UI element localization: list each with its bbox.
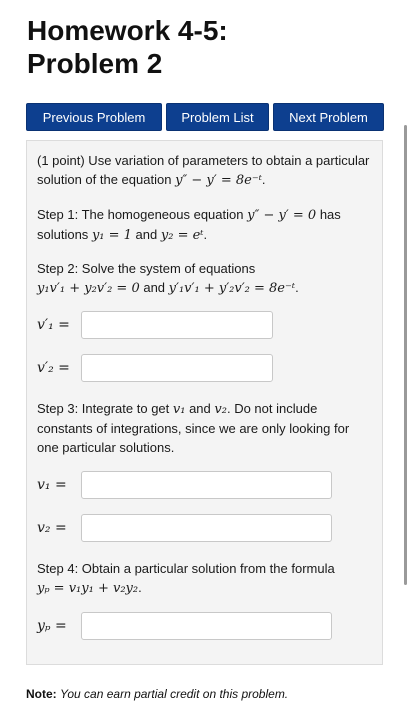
- scrollbar[interactable]: [404, 125, 407, 585]
- step2-eq1: y₁v′₁ + y₂v′₂ = 0: [37, 281, 140, 296]
- v2prime-input[interactable]: [81, 354, 273, 382]
- v1prime-label: v′₁ =: [37, 317, 70, 333]
- step2-eq2: y′₁v′₁ + y′₂v′₂ = 8e⁻ᵗ: [168, 281, 296, 296]
- note-label: Note:: [26, 687, 57, 701]
- step3-text-a: Step 3: Integrate to get: [37, 401, 170, 416]
- v1-label: v₁ =: [37, 477, 67, 493]
- main-equation: y″ − y′ = 8e⁻ᵗ: [175, 173, 262, 188]
- step1-y2: y₂ = eᵗ: [160, 228, 204, 243]
- page-title-line2: Problem 2: [27, 48, 163, 79]
- step1-equation: y″ − y′ = 0: [247, 208, 317, 223]
- yp-label: yₚ =: [37, 618, 67, 634]
- answer-row-v2: v₂ =: [37, 514, 332, 542]
- step1-text: Step 1: The homogeneous equation: [37, 207, 244, 222]
- step3: Step 3: Integrate to get v₁ and v₂. Do n…: [37, 399, 373, 457]
- step4: Step 4: Obtain a particular solution fro…: [37, 561, 335, 596]
- answer-row-v1prime: v′₁ =: [37, 311, 273, 339]
- partial-credit-note: Note: You can earn partial credit on thi…: [26, 687, 288, 701]
- step4-equation: yₚ = v₁y₁ + v₂y₂: [37, 581, 139, 596]
- problem-nav: Previous Problem Problem List Next Probl…: [26, 103, 384, 131]
- step2-text: Step 2: Solve the system of equations: [37, 261, 256, 276]
- yp-input[interactable]: [81, 612, 332, 640]
- step3-and: and: [189, 401, 211, 416]
- v1prime-input[interactable]: [81, 311, 273, 339]
- step1-y1: y₁ = 1: [91, 228, 132, 243]
- next-problem-button[interactable]: Next Problem: [273, 103, 384, 131]
- step3-v1: v₁: [172, 402, 186, 417]
- problem-intro: (1 point) Use variation of parameters to…: [37, 153, 370, 188]
- v2-input[interactable]: [81, 514, 332, 542]
- previous-problem-button[interactable]: Previous Problem: [26, 103, 162, 131]
- page-title-line1: Homework 4-5:: [27, 15, 228, 46]
- page-title: Homework 4-5: Problem 2: [27, 14, 387, 80]
- answer-row-v1: v₁ =: [37, 471, 332, 499]
- step2-and: and: [143, 280, 166, 295]
- answer-row-yp: yₚ =: [37, 612, 332, 640]
- step3-v2: v₂: [214, 402, 227, 417]
- answer-row-v2prime: v′₂ =: [37, 354, 273, 382]
- problem-list-button[interactable]: Problem List: [166, 103, 269, 131]
- problem-panel: (1 point) Use variation of parameters to…: [26, 140, 383, 665]
- step1: Step 1: The homogeneous equation y″ − y′…: [37, 207, 341, 243]
- step2: Step 2: Solve the system of equations y₁…: [37, 261, 299, 296]
- v2-label: v₂ =: [37, 520, 67, 536]
- step4-text: Step 4: Obtain a particular solution fro…: [37, 561, 335, 576]
- note-text: You can earn partial credit on this prob…: [60, 687, 289, 701]
- v2prime-label: v′₂ =: [37, 360, 70, 376]
- v1-input[interactable]: [81, 471, 332, 499]
- step1-and: and: [135, 227, 158, 242]
